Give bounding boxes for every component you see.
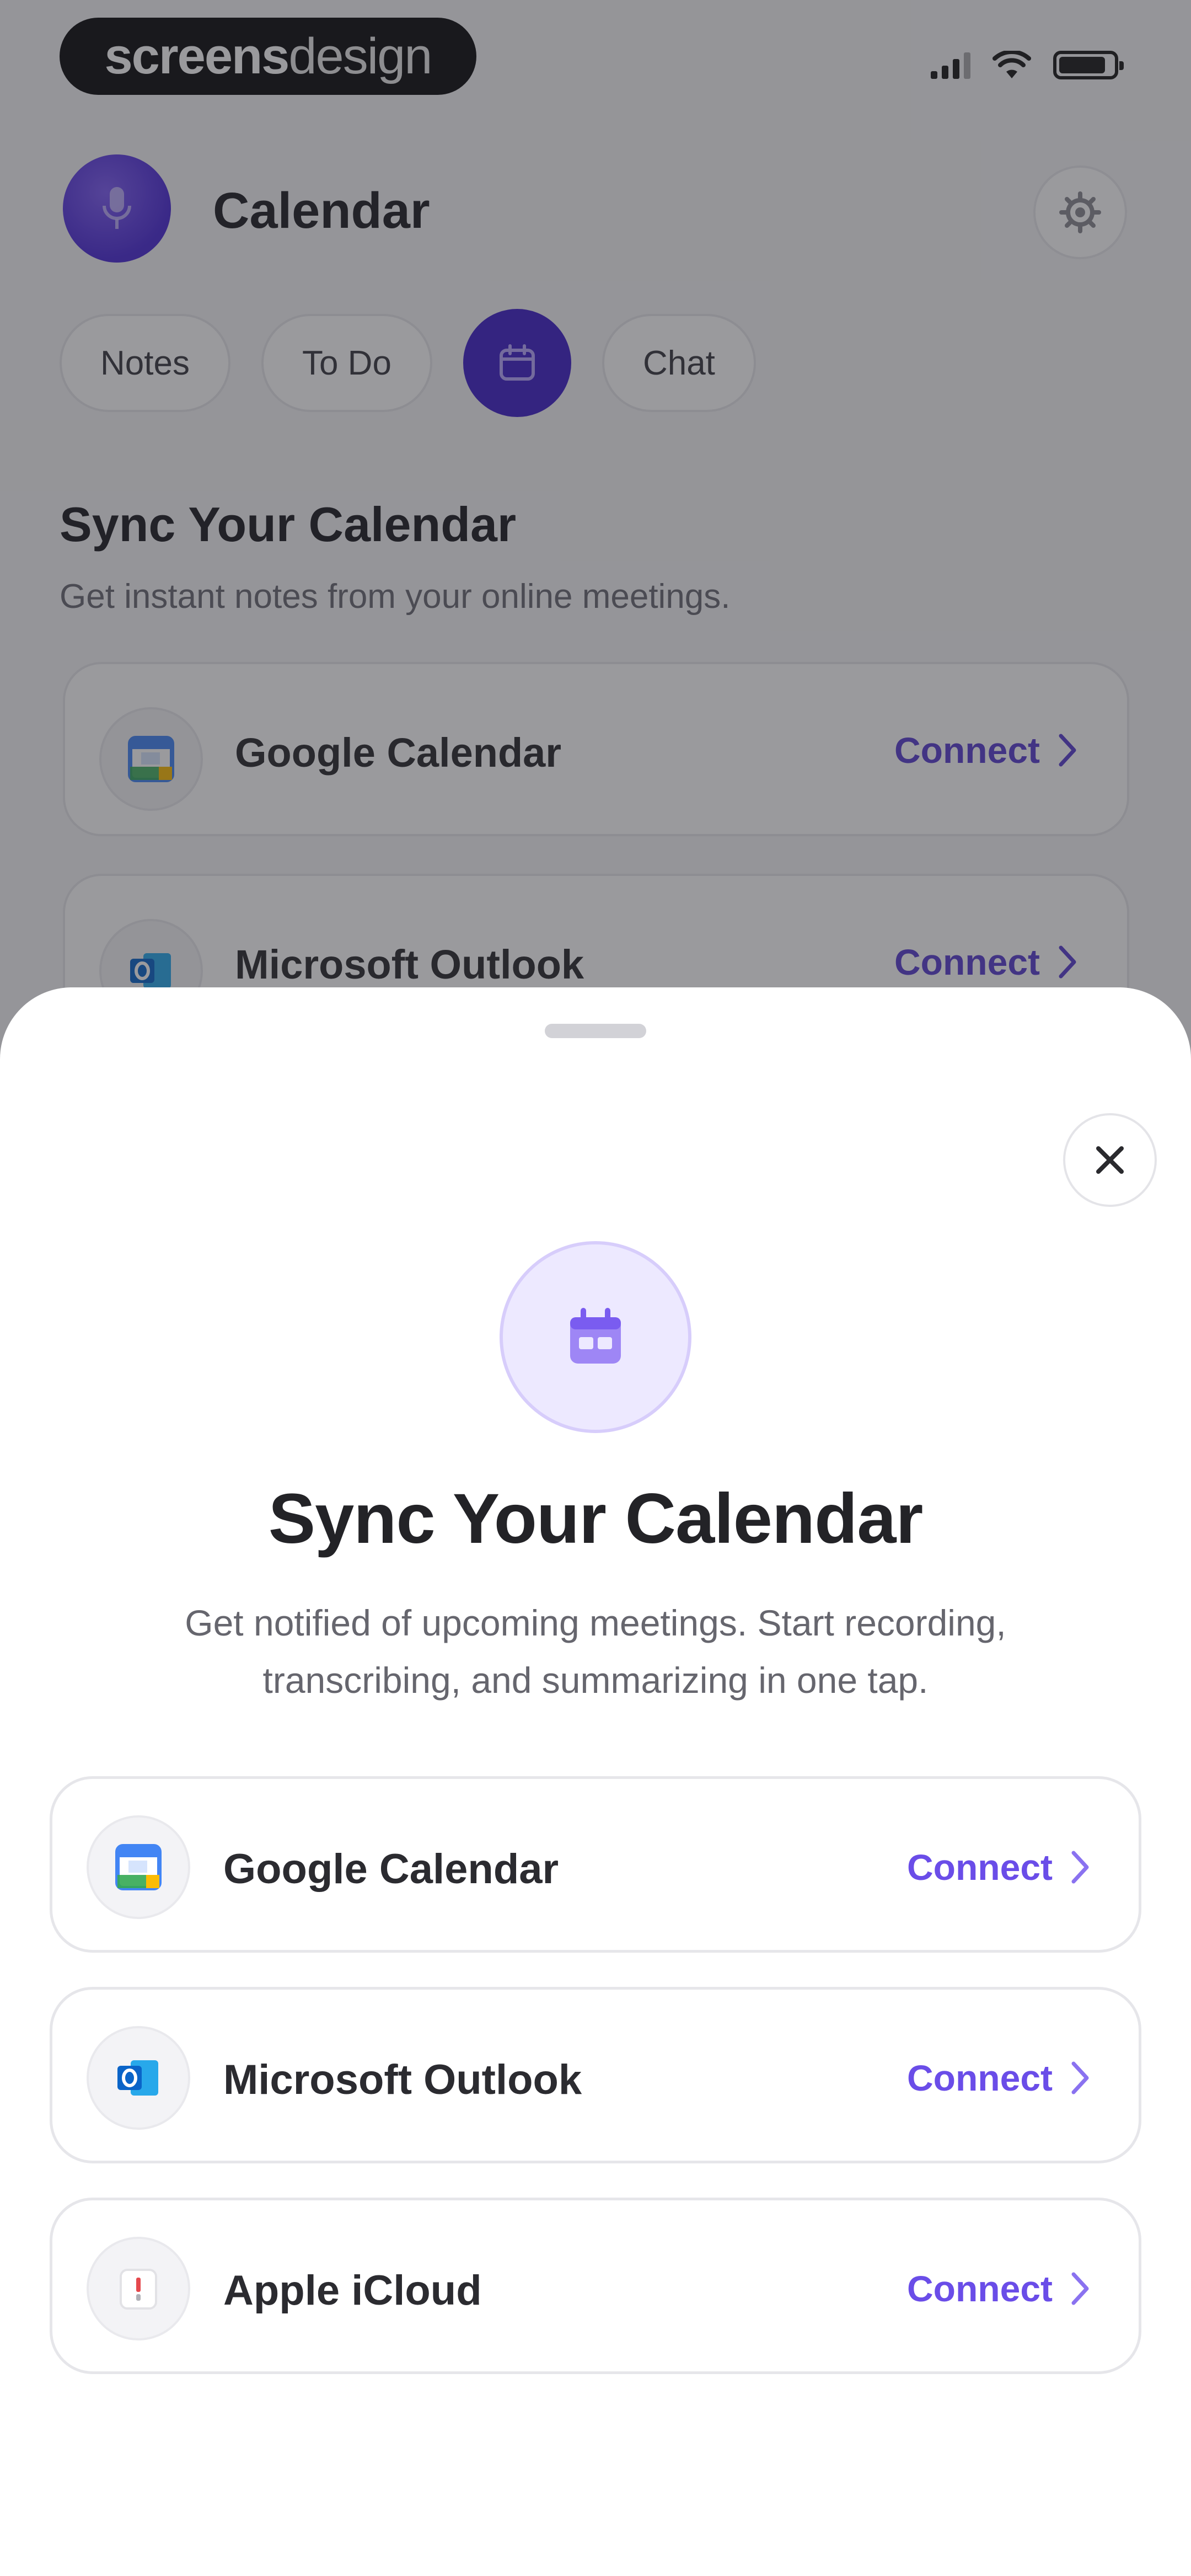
- connect-outlook-button[interactable]: Connect: [907, 2057, 1091, 2099]
- calendar-icon: [570, 1308, 621, 1364]
- sheet-grabber-handle[interactable]: [545, 1024, 646, 1038]
- provider-name: Google Calendar: [223, 1846, 559, 1893]
- outlook-icon: [87, 2026, 190, 2130]
- connect-label: Connect: [907, 2268, 1053, 2309]
- provider-card-microsoft-outlook[interactable]: Microsoft Outlook Connect: [50, 1987, 1141, 2163]
- calendar-hero-icon: [500, 1241, 691, 1433]
- provider-card-apple-icloud[interactable]: Apple iCloud Connect: [50, 2198, 1141, 2374]
- connect-icloud-button[interactable]: Connect: [907, 2268, 1091, 2310]
- close-button[interactable]: [1063, 1113, 1157, 1207]
- google-calendar-icon: [87, 1815, 190, 1919]
- sheet-title: Sync Your Calendar: [268, 1479, 924, 1558]
- connect-google-button[interactable]: Connect: [907, 1846, 1091, 1888]
- chevron-right-icon: [1071, 2272, 1089, 2305]
- connect-label: Connect: [907, 2057, 1053, 2098]
- provider-card-google-calendar[interactable]: Google Calendar Connect: [50, 1776, 1141, 1953]
- chevron-right-icon: [1071, 1851, 1089, 1884]
- close-icon: [1096, 1146, 1124, 1174]
- sheet-subtitle: Get notified of upcoming meetings. Start…: [185, 1602, 1006, 1701]
- sync-calendar-sheet: Sync Your Calendar Get notified of upcom…: [0, 987, 1191, 2576]
- chevron-right-icon: [1071, 2061, 1089, 2094]
- connect-label: Connect: [907, 1847, 1053, 1888]
- provider-name: Apple iCloud: [223, 2267, 482, 2314]
- icloud-calendar-icon: [87, 2237, 190, 2340]
- provider-name: Microsoft Outlook: [223, 2056, 582, 2103]
